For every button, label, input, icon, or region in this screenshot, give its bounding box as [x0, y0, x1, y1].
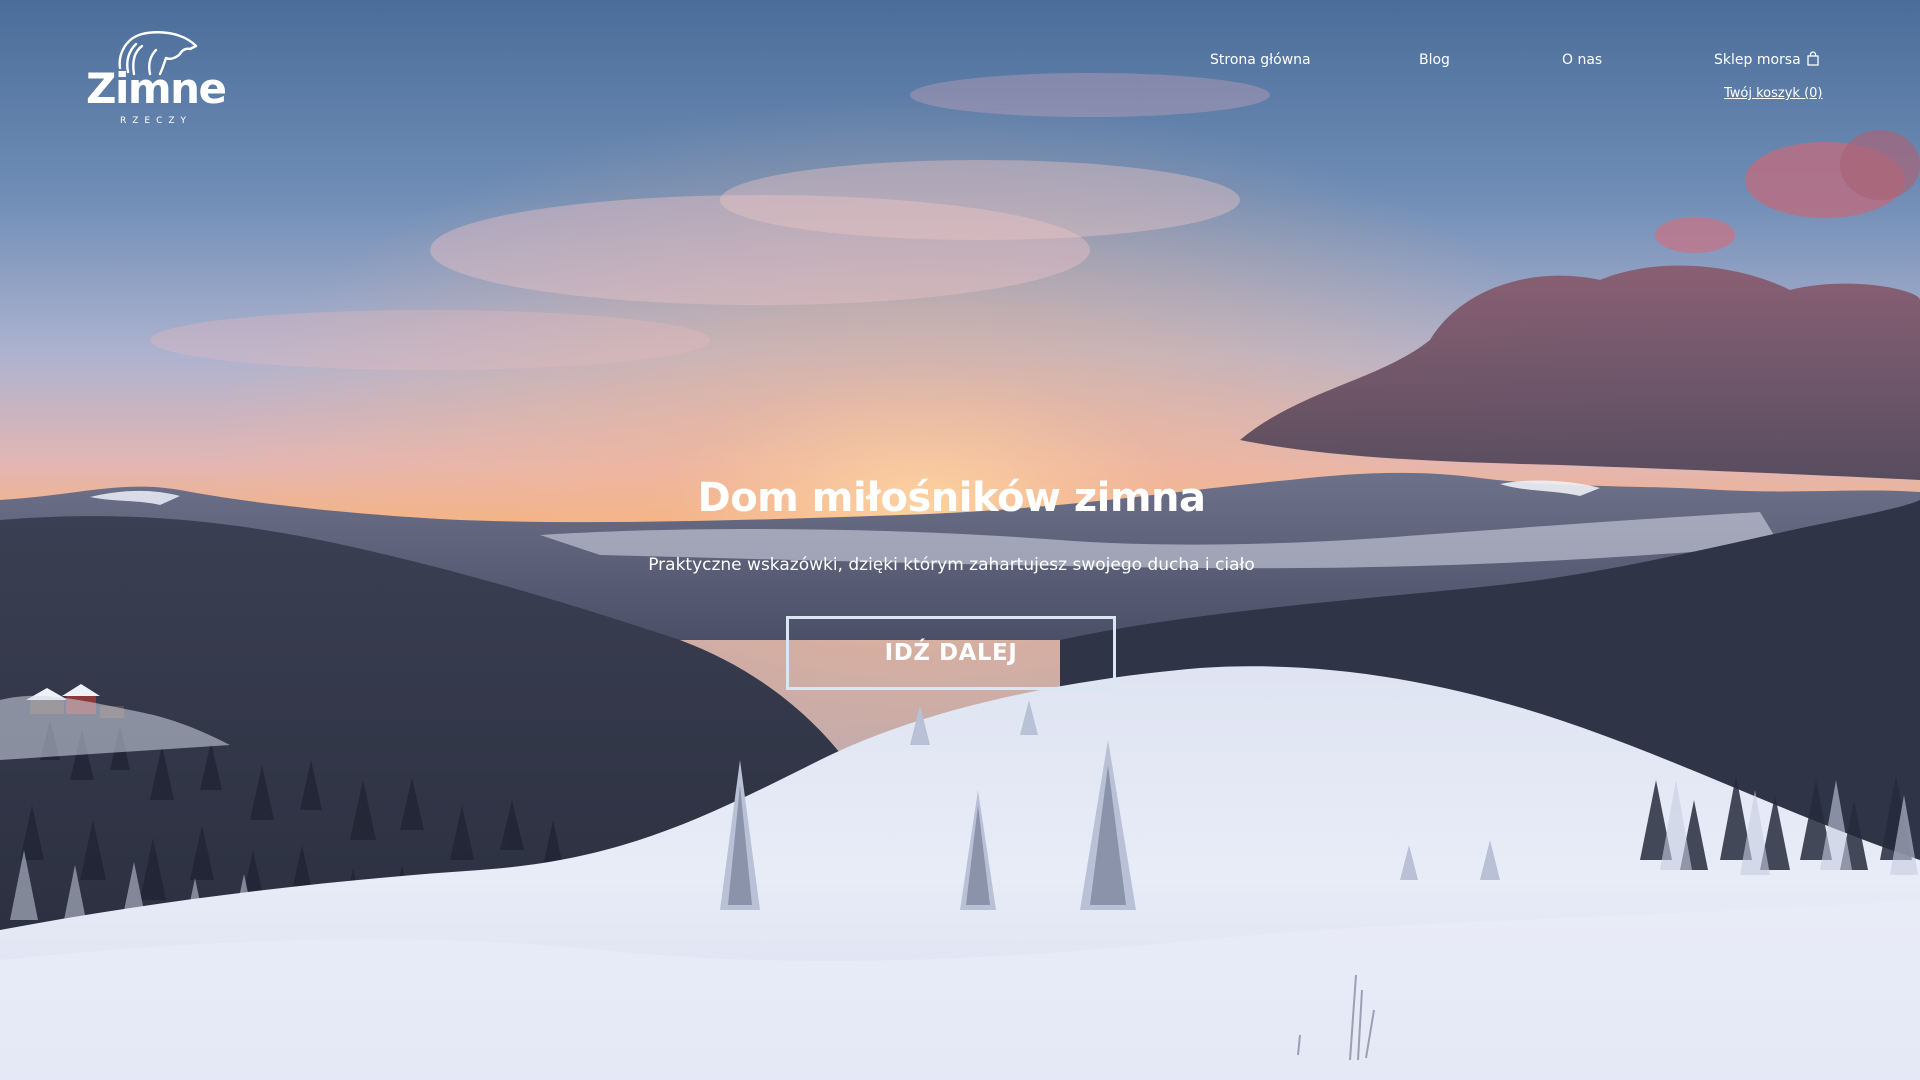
brand-tagline: RZECZY: [119, 116, 193, 126]
hero-section: Zimne RZECZY Strona główna Blog O nas Sk…: [0, 0, 1920, 1080]
hero-subtitle: Praktyczne wskazówki, dzięki którym zaha…: [648, 555, 1255, 575]
nav-link-shop-label: Sklep morsa: [1714, 52, 1801, 68]
nav-link-blog[interactable]: Blog: [1419, 52, 1450, 68]
shopping-bag-icon: [1807, 51, 1819, 66]
nav-link-home[interactable]: Strona główna: [1210, 52, 1311, 68]
nav-link-shop[interactable]: Sklep morsa: [1714, 51, 1819, 68]
site-header: Zimne RZECZY Strona główna Blog O nas Sk…: [0, 0, 1920, 150]
hero-title: Dom miłośników zimna: [697, 475, 1206, 521]
go-further-button[interactable]: IDŹ DALEJ: [786, 616, 1116, 690]
nav-link-about[interactable]: O nas: [1562, 52, 1602, 68]
brand-name: Zimne: [86, 64, 227, 113]
brand-logo[interactable]: Zimne RZECZY: [86, 28, 227, 130]
winter-landscape-background: [0, 0, 1920, 1080]
cart-link[interactable]: Twój koszyk (0): [1724, 86, 1823, 102]
